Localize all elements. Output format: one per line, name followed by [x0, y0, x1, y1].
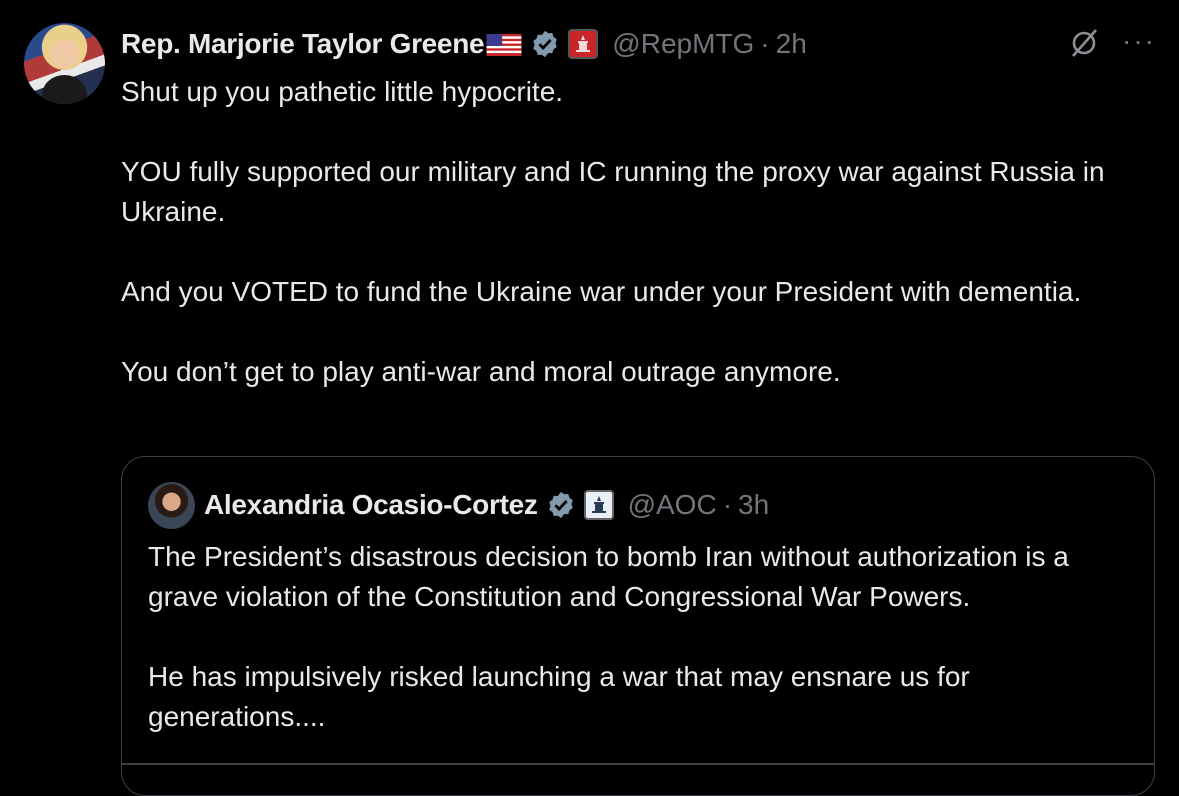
tweet-paragraph: And you VOTED to fund the Ukraine war un… — [121, 276, 1082, 307]
quoted-tweet[interactable]: Alexandria Ocasio-Cortez @AOC · 3h The P… — [121, 456, 1155, 796]
author-avatar[interactable] — [24, 23, 105, 104]
tweet-header: Rep. Marjorie Taylor Greene @RepMTG · 2h — [121, 24, 807, 64]
tweet-paragraph: You don’t get to play anti-war and moral… — [121, 356, 841, 387]
author-handle[interactable]: @RepMTG — [612, 28, 754, 60]
quoted-tweet-header: Alexandria Ocasio-Cortez @AOC · 3h — [204, 485, 769, 525]
grok-icon[interactable] — [1068, 27, 1100, 59]
quoted-paragraph: The President’s disastrous decision to b… — [148, 541, 1069, 612]
quoted-paragraph: He has impulsively risked launching a wa… — [148, 661, 970, 732]
separator: · — [760, 28, 770, 59]
tweet-text: Shut up you pathetic little hypocrite. Y… — [121, 72, 1141, 392]
tweet-paragraph: Shut up you pathetic little hypocrite. — [121, 76, 564, 107]
author-name[interactable]: Rep. Marjorie Taylor Greene — [121, 28, 485, 60]
separator: · — [722, 489, 733, 520]
quoted-media-divider — [122, 763, 1154, 765]
quoted-timestamp: 3h — [738, 489, 770, 520]
verified-badge-icon — [548, 491, 573, 519]
more-icon[interactable]: ··· — [1122, 25, 1156, 57]
timestamp[interactable]: 2h — [776, 28, 807, 60]
tweet[interactable]: Rep. Marjorie Taylor Greene @RepMTG · 2h… — [0, 0, 1179, 796]
government-affiliation-icon[interactable] — [568, 29, 599, 59]
quoted-author-name: Alexandria Ocasio-Cortez — [204, 489, 538, 520]
quoted-tweet-text: The President’s disastrous decision to b… — [148, 537, 1138, 737]
quoted-author-handle: @AOC — [627, 489, 717, 520]
quoted-author-avatar — [148, 482, 195, 529]
tweet-paragraph: YOU fully supported our military and IC … — [121, 156, 1105, 227]
us-flag-icon — [486, 34, 522, 56]
verified-badge-icon[interactable] — [530, 29, 560, 59]
government-affiliation-icon — [583, 490, 614, 520]
